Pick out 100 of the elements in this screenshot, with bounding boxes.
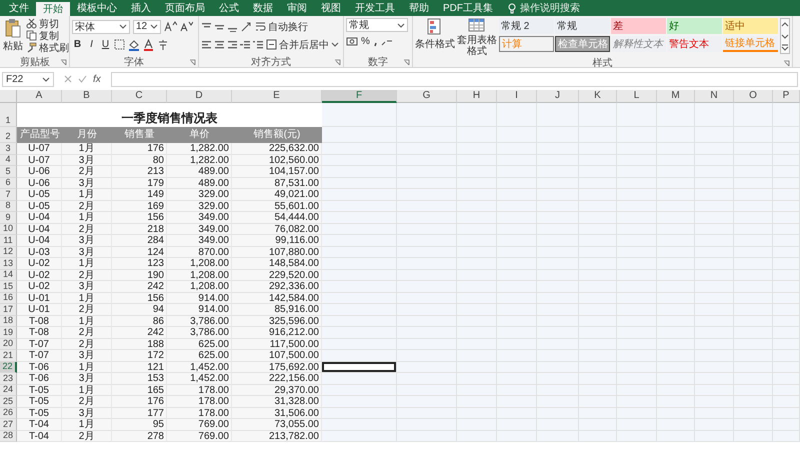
column-header[interactable]: L: [617, 90, 657, 103]
row-header[interactable]: 6: [0, 178, 17, 189]
lightbulb-icon[interactable]: [508, 2, 516, 14]
menu-tab[interactable]: 视图: [314, 0, 348, 16]
menu-tab[interactable]: 模板中心: [70, 0, 124, 16]
formula-input[interactable]: [110, 72, 798, 86]
font-name-dropdown[interactable]: 宋体: [72, 20, 130, 34]
column-header[interactable]: M: [657, 90, 695, 103]
column-header[interactable]: E: [232, 90, 322, 103]
column-header[interactable]: I: [497, 90, 537, 103]
phonetic-guide-icon[interactable]: [157, 38, 169, 50]
row-header[interactable]: 24: [0, 384, 17, 396]
row-header[interactable]: 21: [0, 350, 17, 362]
column-header[interactable]: B: [62, 90, 112, 103]
search-field[interactable]: 操作说明搜索: [520, 1, 580, 15]
row-header[interactable]: 15: [0, 281, 17, 292]
menu-tab[interactable]: 开发工具: [348, 0, 402, 16]
italic-button[interactable]: I: [86, 39, 97, 50]
dialog-launcher-icon[interactable]: [189, 59, 196, 66]
column-header[interactable]: O: [734, 90, 773, 103]
align-left-icon[interactable]: [201, 39, 211, 50]
format-as-table-button[interactable]: 套用表格格式: [457, 18, 497, 57]
column-header[interactable]: C: [112, 90, 167, 103]
row-header[interactable]: 1: [0, 103, 17, 127]
cell-style-option[interactable]: 常规 2: [499, 18, 554, 34]
dialog-launcher-icon[interactable]: [334, 59, 341, 66]
column-header[interactable]: F: [322, 90, 397, 103]
column-header[interactable]: D: [167, 90, 232, 103]
checkmark-icon[interactable]: [78, 75, 87, 83]
menu-tab[interactable]: PDF工具集: [436, 0, 500, 16]
name-box[interactable]: F22: [2, 72, 54, 86]
clipboard-action-button[interactable]: 格式刷: [26, 42, 69, 53]
row-header[interactable]: 4: [0, 154, 17, 166]
dialog-launcher-icon[interactable]: [783, 60, 790, 67]
conditional-formatting-button[interactable]: 条件格式: [415, 18, 455, 57]
increase-indent-icon[interactable]: [253, 39, 263, 50]
row-header[interactable]: 23: [0, 373, 17, 384]
column-header[interactable]: G: [397, 90, 457, 103]
row-header[interactable]: 2: [0, 127, 17, 143]
dialog-launcher-icon[interactable]: [60, 59, 67, 66]
decrease-indent-icon[interactable]: [240, 39, 250, 50]
menu-tab[interactable]: 公式: [212, 0, 246, 16]
row-header[interactable]: 9: [0, 212, 17, 224]
percent-button[interactable]: %: [361, 36, 370, 47]
menu-tab[interactable]: 数据: [246, 0, 280, 16]
cell-style-option[interactable]: 适中: [723, 18, 778, 34]
font-size-dropdown[interactable]: 12: [133, 20, 161, 34]
dialog-launcher-icon[interactable]: [403, 59, 410, 66]
cell-style-option[interactable]: 解释性文本: [611, 36, 666, 52]
column-header[interactable]: P: [773, 90, 800, 103]
row-header[interactable]: 25: [0, 396, 17, 408]
cell-style-option[interactable]: 常规: [555, 18, 610, 34]
cell-style-option[interactable]: 警告文本: [667, 36, 722, 52]
font-color-icon[interactable]: [143, 38, 154, 50]
cell-style-option[interactable]: 好: [667, 18, 722, 34]
row-header[interactable]: 5: [0, 166, 17, 178]
cell-style-option[interactable]: 差: [611, 18, 666, 34]
row-header[interactable]: 11: [0, 235, 17, 246]
row-header[interactable]: 13: [0, 258, 17, 270]
menu-tab[interactable]: 审阅: [280, 0, 314, 16]
clipboard-action-button[interactable]: 复制: [26, 30, 69, 41]
wrap-text-button[interactable]: 自动换行: [255, 21, 308, 32]
decrease-font-size-icon[interactable]: [180, 21, 193, 32]
row-header[interactable]: 26: [0, 408, 17, 419]
selected-cell[interactable]: [322, 362, 397, 373]
row-header[interactable]: 8: [0, 200, 17, 212]
column-header[interactable]: A: [17, 90, 62, 103]
cancel-icon[interactable]: [64, 75, 72, 83]
fill-color-icon[interactable]: [128, 38, 140, 50]
bold-button[interactable]: B: [72, 39, 83, 50]
menu-tab[interactable]: 页面布局: [158, 0, 212, 16]
column-header[interactable]: H: [457, 90, 497, 103]
underline-button[interactable]: U: [100, 39, 111, 50]
row-header[interactable]: 3: [0, 143, 17, 154]
menu-tab[interactable]: 文件: [2, 0, 36, 16]
row-header[interactable]: 22: [0, 362, 17, 373]
row-header[interactable]: 28: [0, 430, 17, 442]
align-right-icon[interactable]: [227, 39, 237, 50]
currency-icon[interactable]: [346, 36, 358, 47]
row-header[interactable]: 14: [0, 270, 17, 281]
menu-tab[interactable]: 插入: [124, 0, 158, 16]
merge-center-button[interactable]: 合并后居中: [266, 39, 339, 50]
align-center-icon[interactable]: [214, 39, 224, 50]
number-format-dropdown[interactable]: 常规: [346, 18, 408, 32]
row-header[interactable]: 12: [0, 246, 17, 258]
gallery-scroll-icon[interactable]: [780, 18, 790, 54]
border-icon[interactable]: [114, 39, 125, 50]
column-header[interactable]: K: [579, 90, 617, 103]
row-header[interactable]: 18: [0, 316, 17, 327]
select-all-corner[interactable]: [0, 90, 17, 103]
text-orientation-icon[interactable]: [240, 20, 252, 32]
clipboard-action-button[interactable]: 剪切: [26, 18, 69, 29]
insert-function-button[interactable]: fx: [93, 74, 101, 84]
menu-tab[interactable]: 开始: [36, 2, 70, 16]
column-header[interactable]: J: [537, 90, 579, 103]
paste-button[interactable]: 粘贴: [3, 18, 23, 56]
row-header[interactable]: 20: [0, 338, 17, 350]
increase-font-size-icon[interactable]: [164, 21, 177, 32]
row-header[interactable]: 27: [0, 419, 17, 430]
row-header[interactable]: 7: [0, 189, 17, 200]
